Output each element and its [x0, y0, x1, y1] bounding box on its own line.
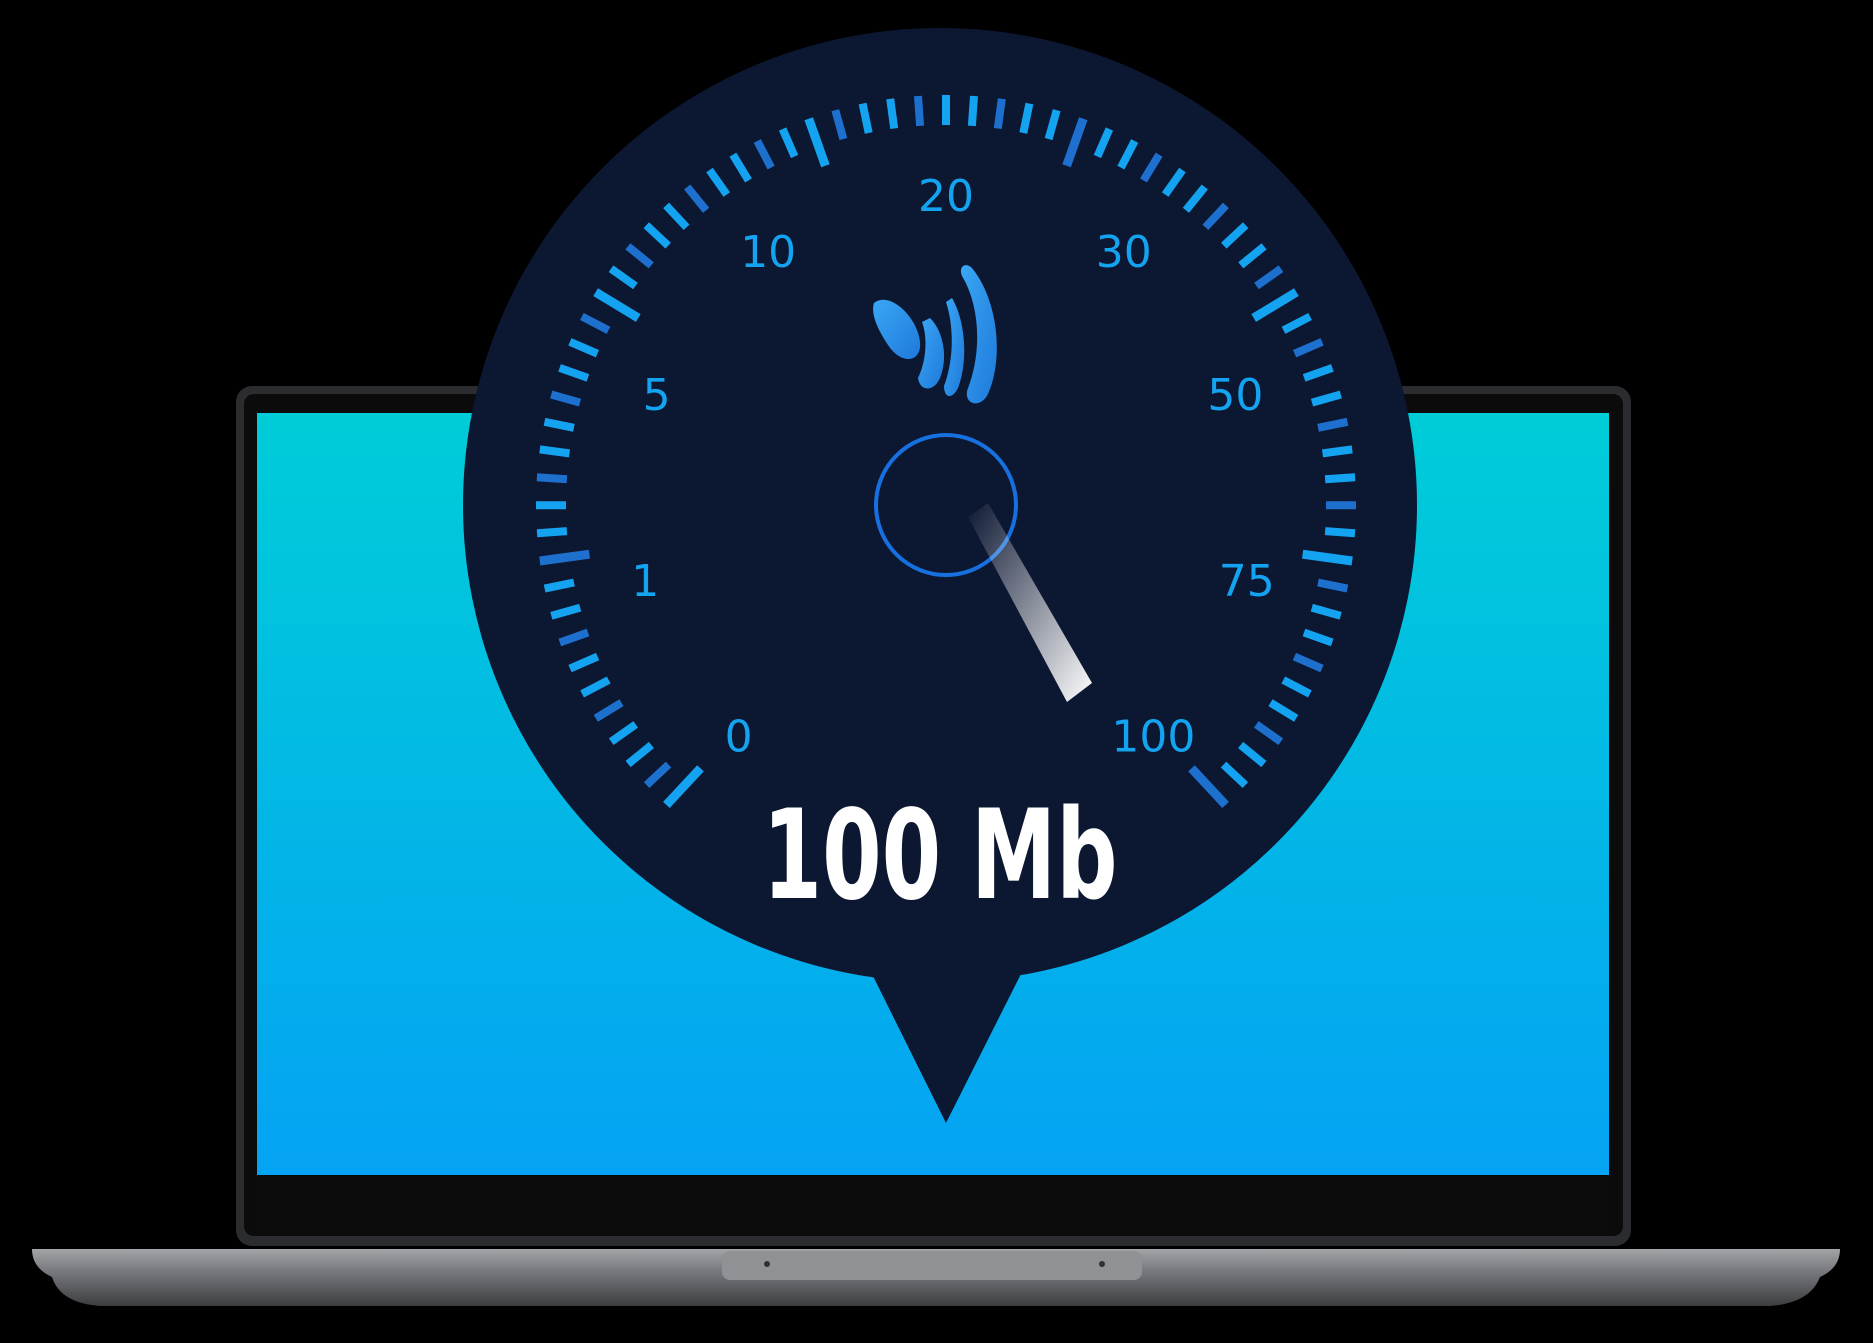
gauge-tick: [967, 95, 978, 127]
illustration: 0 1 5 10 20 30 50 75 100 100 Mb: [32, 28, 1840, 1306]
gauge-tick: [914, 95, 925, 127]
gauge-tick: [993, 98, 1006, 130]
laptop-screw-right: [1099, 1261, 1105, 1267]
gauge-scale-label: 100: [1111, 711, 1195, 762]
gauge-scale-label: 1: [631, 556, 659, 607]
gauge-tick: [886, 98, 899, 130]
gauge-tick: [536, 473, 568, 484]
gauge-tick: [1324, 527, 1356, 538]
laptop-hinge-notch: [722, 1251, 1142, 1280]
gauge-scale-label: 0: [725, 711, 753, 762]
gauge-tick: [536, 527, 568, 538]
gauge-tick: [1321, 445, 1353, 458]
gauge-scale-label: 5: [643, 370, 671, 421]
gauge-scale-label: 30: [1096, 227, 1152, 278]
gauge-tick: [539, 445, 571, 458]
laptop-chin: [257, 1180, 1609, 1236]
laptop-screw-left: [764, 1261, 770, 1267]
gauge-scale-label: 50: [1207, 370, 1263, 421]
gauge-scale-label: 10: [740, 227, 796, 278]
speed-readout: 100 Mb: [763, 784, 1118, 928]
gauge-tick: [1324, 473, 1356, 484]
gauge-scale-label: 75: [1219, 556, 1275, 607]
gauge-scale-label: 20: [918, 171, 974, 222]
